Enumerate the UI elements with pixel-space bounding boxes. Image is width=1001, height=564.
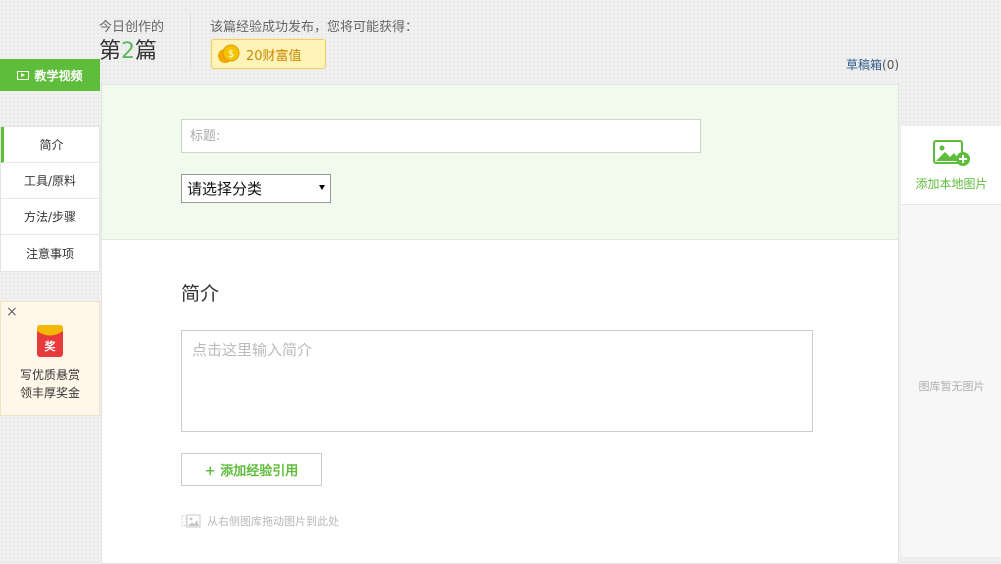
red-envelope-icon: 奖 [37,325,63,357]
tutorial-video-label: 教学视频 [34,68,83,83]
drag-hint-text: 从右侧图库拖动图片到此处 [207,515,339,528]
bounty-promo-card[interactable]: × 奖 写优质悬赏 领丰厚奖金 [0,301,100,416]
coin-icon: $ [218,44,240,63]
nav-item-intro[interactable]: 简介 [1,127,99,163]
nav-item-label: 工具/原料 [23,174,77,188]
video-icon [17,70,30,80]
gallery-empty-text: 图库暂无图片 [918,380,985,393]
nav-item-label: 注意事项 [25,246,74,261]
title-section: 请选择分类 [102,85,898,240]
today-article-count: 第2篇 [99,38,157,66]
nav-item-steps[interactable]: 方法/步骤 [1,199,99,235]
nav-item-notes[interactable]: 注意事项 [1,235,99,271]
intro-placeholder: 点击这里输入简介 [192,341,313,359]
drag-image-hint: 从右侧图库拖动图片到此处 [181,513,339,529]
svg-text:$: $ [228,49,234,60]
editor-panel: 请选择分类 简介 点击这里输入简介 + 添加经验引用 从右侧图库拖动图片到此处 [101,84,899,564]
add-local-image-label: 添加本地图片 [915,177,988,191]
today-created-label: 今日创作的 [99,20,165,35]
section-nav: 简介 工具/原料 方法/步骤 注意事项 [0,126,100,272]
close-icon[interactable]: × [6,304,18,320]
drafts-label: 草稿箱 [846,58,883,72]
image-gallery-panel: 添加本地图片 图库暂无图片 [900,126,1001,557]
today-prefix: 第 [99,39,122,64]
title-input[interactable] [181,119,701,153]
category-select-value: 请选择分类 [187,180,263,198]
category-select[interactable]: 请选择分类 [181,174,331,203]
award-badge-char: 奖 [45,339,57,353]
tutorial-video-button[interactable]: 教学视频 [0,59,100,91]
intro-textarea[interactable]: 点击这里输入简介 [181,330,813,432]
drafts-count: (0) [882,58,900,72]
today-suffix: 篇 [135,39,158,64]
award-line2: 领丰厚奖金 [19,386,80,400]
nav-item-label: 简介 [39,138,64,152]
image-drag-icon [181,514,201,528]
image-add-icon [933,140,970,166]
dropdown-arrow-icon [319,185,325,190]
add-experience-reference-button[interactable]: + 添加经验引用 [181,453,322,486]
today-number: 2 [121,39,136,64]
reward-value: 20财富值 [246,48,302,64]
add-local-image-button[interactable]: 添加本地图片 [901,126,1001,205]
reward-label: 该篇经验成功发布，您将可能获得： [210,20,419,35]
award-line1: 写优质悬赏 [19,368,80,382]
intro-heading: 简介 [181,283,220,305]
reward-badge: $ 20财富值 [211,39,326,69]
award-text: 写优质悬赏 领丰厚奖金 [1,366,99,402]
nav-item-label: 方法/步骤 [23,210,77,224]
drafts-link[interactable]: 草稿箱(0) [846,56,899,73]
header-divider [190,14,191,70]
nav-item-tools[interactable]: 工具/原料 [1,163,99,199]
